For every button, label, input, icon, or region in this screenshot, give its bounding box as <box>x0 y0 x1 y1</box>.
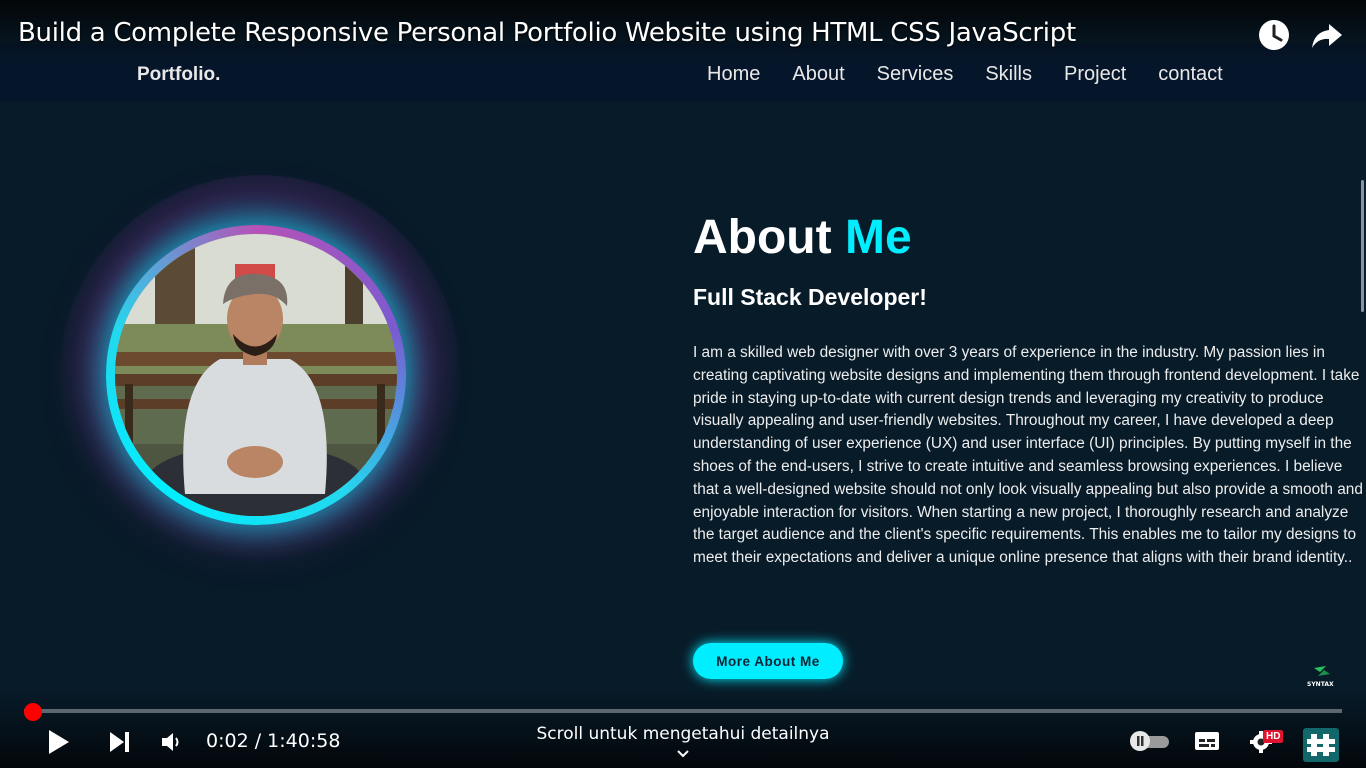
about-heading-main: About <box>693 211 832 264</box>
nav-project[interactable]: Project <box>1064 63 1126 86</box>
about-heading: About Me <box>693 210 912 265</box>
autoplay-toggle-icon[interactable] <box>1129 730 1171 757</box>
watermark-text: SYNTAX <box>1307 681 1334 688</box>
hd-badge: HD <box>1263 730 1284 743</box>
subtitles-icon[interactable] <box>1194 730 1220 757</box>
about-subtitle: Full Stack Developer! <box>693 284 927 310</box>
channel-logo-icon[interactable] <box>1303 728 1339 767</box>
nav-about[interactable]: About <box>792 63 844 86</box>
nav-services[interactable]: Services <box>877 63 954 86</box>
about-heading-accent: Me <box>844 211 912 264</box>
nav-contact[interactable]: contact <box>1158 63 1222 86</box>
video-title[interactable]: Build a Complete Responsive Personal Por… <box>18 18 1076 48</box>
profile-photo <box>115 234 397 516</box>
watch-later-icon[interactable] <box>1257 18 1291 52</box>
about-paragraph: I am a skilled web designer with over 3 … <box>693 344 1363 567</box>
site-logo[interactable]: Portfolio. <box>137 64 220 86</box>
page-scrollbar[interactable] <box>1361 180 1364 312</box>
site-nav: Home About Services Skills Project conta… <box>707 63 1255 86</box>
video-top-overlay: Build a Complete Responsive Personal Por… <box>0 0 1366 60</box>
nav-home[interactable]: Home <box>707 63 760 86</box>
progress-bar[interactable] <box>24 709 1342 713</box>
more-about-button[interactable]: More About Me <box>693 643 843 679</box>
progress-scrubber[interactable] <box>24 703 42 721</box>
channel-watermark[interactable]: SYNTAX <box>1304 664 1340 692</box>
share-icon[interactable] <box>1310 18 1344 52</box>
nav-skills[interactable]: Skills <box>985 63 1032 86</box>
avatar <box>106 225 406 525</box>
